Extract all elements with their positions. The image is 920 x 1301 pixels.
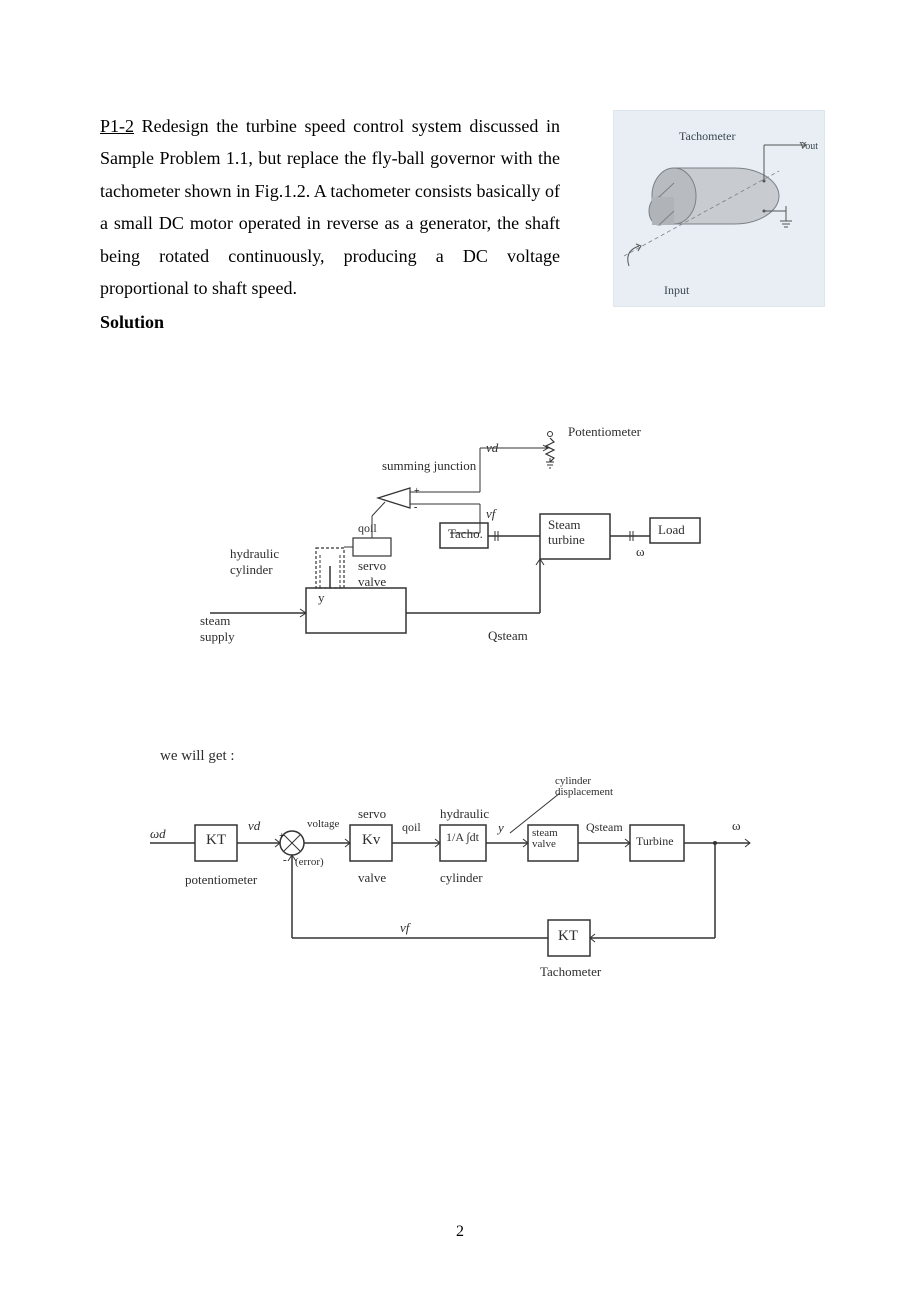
qsteam2-label: Qsteam — [586, 820, 623, 835]
qsteam-label: Qsteam — [488, 628, 528, 644]
problem-body: Redesign the turbine speed control syste… — [100, 116, 560, 298]
steamvalve-box: steam valve — [532, 828, 577, 850]
block-diagram: we will get : + - — [100, 748, 820, 1028]
turbine-box: Turbine — [636, 834, 674, 849]
hydraulic-cylinder-label: hydraulic cylinder — [230, 546, 290, 578]
kt1-box: KT — [206, 832, 226, 849]
omega-label: ω — [636, 544, 645, 560]
cyldisp-label: cylinder displacement — [555, 776, 635, 798]
tacho-box-label: Tacho. — [448, 526, 483, 542]
tachometer-label: Tachometer — [540, 964, 601, 980]
omega2-label: ω — [732, 818, 741, 834]
page-number: 2 — [456, 1223, 464, 1241]
valve-label: valve — [358, 870, 386, 886]
error-label: (error) — [295, 856, 324, 868]
qoil2-label: qoil — [402, 820, 421, 835]
block-intro: we will get : — [160, 748, 235, 765]
svg-text:+: + — [414, 486, 420, 497]
vf2-label: vf — [400, 920, 409, 936]
steam-supply-label: steam supply — [200, 613, 250, 645]
qoil-label: qoil — [358, 521, 377, 536]
steam-turbine-label: Steam turbine — [548, 518, 606, 547]
tachometer-drawing — [614, 111, 824, 306]
y-label: y — [318, 590, 325, 606]
cylinder-label: cylinder — [440, 870, 483, 886]
vd2-label: vd — [248, 818, 260, 834]
kv-box: Kv — [362, 832, 380, 849]
servo-label: servo — [358, 806, 386, 822]
y2-label: y — [498, 820, 504, 836]
hydraulic-label: hydraulic — [440, 806, 489, 822]
load-label: Load — [658, 522, 685, 538]
kt2-box: KT — [558, 928, 578, 945]
integral-box: 1/A ∫dt — [446, 830, 479, 845]
tachometer-figure: Tachometer Vout Input — [613, 110, 825, 307]
voltage-label: voltage — [307, 818, 339, 830]
vd-label: vd — [486, 440, 498, 456]
schematic-diagram: + - summing junction Potentiometer vd vf — [100, 418, 820, 688]
summing-junction-label: summing junction — [382, 458, 476, 474]
kt1-label: potentiometer — [185, 872, 257, 888]
vf-label: vf — [486, 506, 495, 522]
svg-text:-: - — [414, 502, 417, 513]
potentiometer-label: Potentiometer — [568, 424, 641, 440]
svg-text:+: + — [279, 831, 285, 842]
svg-text:-: - — [283, 854, 287, 866]
problem-ref: P1-2 — [100, 116, 134, 136]
problem-statement: P1-2 Redesign the turbine speed control … — [100, 110, 560, 304]
servo-valve-label: servo valve — [358, 558, 398, 590]
solution-heading: Solution — [100, 312, 820, 333]
wd-label: ωd — [150, 826, 166, 842]
